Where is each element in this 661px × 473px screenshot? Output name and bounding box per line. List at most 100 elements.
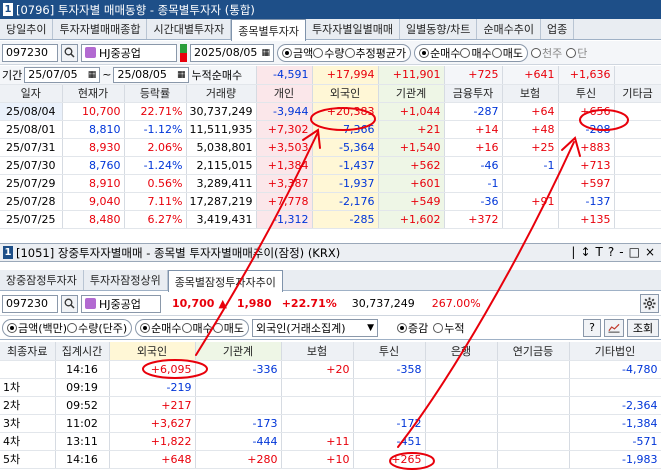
tab-0[interactable]: 장중잠정투자자 bbox=[0, 270, 84, 290]
radio-circle-icon[interactable] bbox=[530, 47, 541, 58]
radio-option-1[interactable]: 누적 bbox=[433, 320, 465, 336]
table-row[interactable]: 3차 11:02 +3,627 -173 -172 -1,384 bbox=[0, 414, 661, 433]
column-header[interactable]: 개인 bbox=[256, 84, 313, 103]
tab-1[interactable]: 투자자잠정상위 bbox=[84, 270, 168, 290]
radio-circle-icon[interactable] bbox=[419, 47, 430, 58]
tab-2[interactable]: 종목별잠정투자자추이 bbox=[167, 270, 283, 292]
window-ctrl-icon-4[interactable]: - bbox=[619, 245, 623, 259]
column-header[interactable]: 기타법인 bbox=[569, 342, 661, 361]
window-ctrl-icon-0[interactable]: | bbox=[571, 245, 575, 259]
radio-option-1[interactable]: 수량(단주) bbox=[67, 320, 127, 336]
radio-circle-icon[interactable] bbox=[313, 47, 324, 58]
table-row[interactable]: 25/07/31 8,930 2.06% 5,038,801 +3,503 -5,364 +… bbox=[0, 138, 661, 157]
table-row[interactable]: 25/07/25 8,480 6.27% 3,419,431 -1,312 -285 +1,… bbox=[0, 210, 661, 229]
calendar-icon[interactable]: ▦ bbox=[177, 70, 186, 80]
window-ctrl-icon-3[interactable]: ? bbox=[608, 245, 614, 259]
stock-code-input[interactable]: 097230 bbox=[2, 294, 58, 313]
radio-circle-icon[interactable] bbox=[7, 322, 17, 333]
radio-option-0[interactable]: 순매수 bbox=[419, 45, 460, 61]
column-header[interactable]: 기관계 bbox=[378, 84, 445, 103]
column-header[interactable]: 투신 bbox=[558, 84, 615, 103]
window-ctrl-icon-2[interactable]: T bbox=[596, 245, 603, 259]
radio-option-1[interactable]: 수량 bbox=[313, 45, 345, 61]
table-row[interactable]: 25/07/30 8,760 -1.24% 2,115,015 +1,384 -1,437… bbox=[0, 156, 661, 175]
stock-code-input[interactable]: 097230 bbox=[2, 43, 58, 62]
bottom-window-titlebar[interactable]: 1 [1051] 장중투자자별매매 - 종목별 투자자별매매추이(잠정) (KR… bbox=[0, 243, 661, 262]
column-header[interactable]: 집계시간 bbox=[55, 342, 110, 361]
query-button[interactable]: 조회 bbox=[627, 318, 659, 337]
tab-7[interactable]: 업종 bbox=[541, 19, 575, 39]
column-header[interactable]: 보험 bbox=[502, 84, 559, 103]
table-row[interactable]: 25/08/04 10,700 22.71% 30,737,249 -3,944 +20,… bbox=[0, 102, 661, 121]
radio-circle-icon[interactable] bbox=[140, 322, 151, 333]
radio-option-0[interactable]: 금액(백만) bbox=[7, 320, 67, 336]
radio-option-0[interactable]: 증감 bbox=[397, 320, 428, 336]
period-to-input[interactable]: 25/08/05 ▦ bbox=[113, 66, 190, 83]
radio-option-0[interactable]: 금액 bbox=[282, 45, 313, 61]
window-ctrl-icon-6[interactable]: × bbox=[645, 245, 655, 259]
stock-name-field[interactable]: HJ중공업 bbox=[81, 294, 161, 313]
chart-icon[interactable] bbox=[604, 318, 624, 337]
table-row[interactable]: 5차 14:16 +648 +280 +10 +265 -1,983 bbox=[0, 450, 661, 469]
tab-4[interactable]: 투자자별일별매매 bbox=[306, 19, 400, 39]
tab-3[interactable]: 종목별투자자 bbox=[231, 19, 307, 41]
radio-option-1[interactable]: 단 bbox=[566, 45, 587, 61]
column-header[interactable]: 은행 bbox=[425, 342, 498, 361]
radio-circle-icon[interactable] bbox=[67, 322, 78, 333]
radio-circle-icon[interactable] bbox=[460, 47, 471, 58]
table-row[interactable]: 4차 13:11 +1,822 -444 +11 -451 -571 bbox=[0, 432, 661, 451]
tab-0[interactable]: 당일추이 bbox=[0, 19, 54, 39]
table-row[interactable]: 25/08/01 8,810 -1.12% 11,511,935 +7,302 -7,36… bbox=[0, 120, 661, 139]
top-window-titlebar[interactable]: 1 [0796] 투자자별 매매동향 - 종목별투자자 (통합) bbox=[0, 0, 661, 19]
radio-circle-icon[interactable] bbox=[181, 322, 192, 333]
column-header[interactable]: 기타금 bbox=[614, 84, 661, 103]
tab-1[interactable]: 투자자별매매종합 bbox=[53, 19, 148, 39]
column-header[interactable]: 최종자료 bbox=[0, 342, 56, 361]
window-ctrl-icon-5[interactable]: □ bbox=[629, 245, 640, 259]
radio-circle-icon[interactable] bbox=[282, 47, 292, 58]
radio-circle-icon[interactable] bbox=[566, 47, 577, 58]
column-header[interactable]: 외국인 bbox=[312, 84, 379, 103]
stock-name-field[interactable]: HJ중공업 bbox=[81, 43, 177, 62]
date-input[interactable]: 2025/08/05 ▦ bbox=[190, 43, 274, 62]
radio-option-2[interactable]: 매도 bbox=[212, 320, 244, 336]
tab-6[interactable]: 순매수추이 bbox=[477, 19, 542, 39]
column-header[interactable]: 외국인 bbox=[109, 342, 196, 361]
radio-circle-icon[interactable] bbox=[344, 47, 355, 58]
window-ctrl-icon-1[interactable]: ↕ bbox=[580, 245, 590, 259]
investor-select[interactable]: 외국인(거래소집계) ▼ bbox=[252, 318, 379, 337]
radio-circle-icon[interactable] bbox=[212, 322, 223, 333]
radio-option-0[interactable]: 순매수 bbox=[140, 320, 182, 336]
radio-option-2[interactable]: 추정평균가 bbox=[344, 45, 406, 61]
help-button[interactable]: ? bbox=[583, 318, 601, 337]
radio-option-2[interactable]: 매도 bbox=[491, 45, 523, 61]
table-row[interactable]: 25/07/29 8,910 0.56% 3,289,411 +3,387 -1,937 +… bbox=[0, 174, 661, 193]
tab-2[interactable]: 시간대별투자자 bbox=[147, 19, 232, 39]
column-header[interactable]: 투신 bbox=[353, 342, 426, 361]
radio-circle-icon[interactable] bbox=[491, 47, 502, 58]
table-row[interactable]: 2차 09:52 +217 -2,364 bbox=[0, 396, 661, 415]
radio-circle-icon[interactable] bbox=[397, 322, 408, 333]
table-row[interactable]: 14:16 +6,095 -336 +20 -358 -4,780 bbox=[0, 360, 661, 379]
radio-circle-icon[interactable] bbox=[433, 322, 444, 333]
radio-option-0[interactable]: 천주 bbox=[530, 45, 562, 61]
tab-5[interactable]: 일별동향/차트 bbox=[400, 19, 478, 39]
radio-option-1[interactable]: 매수 bbox=[181, 320, 213, 336]
search-icon[interactable] bbox=[61, 43, 78, 62]
column-header[interactable]: 일자 bbox=[0, 84, 63, 103]
column-header[interactable]: 연기금등 bbox=[497, 342, 570, 361]
calendar-icon[interactable]: ▦ bbox=[88, 70, 97, 80]
gear-icon[interactable] bbox=[640, 294, 659, 313]
column-header[interactable]: 보험 bbox=[281, 342, 354, 361]
table-row[interactable]: 1차 09:19 -219 bbox=[0, 378, 661, 397]
column-header[interactable]: 기관계 bbox=[195, 342, 282, 361]
calendar-icon[interactable]: ▦ bbox=[261, 48, 270, 58]
search-icon[interactable] bbox=[61, 294, 78, 313]
table-row[interactable]: 25/07/28 9,040 7.11% 17,287,219 +7,778 -2,176… bbox=[0, 192, 661, 211]
column-header[interactable]: 현재가 bbox=[62, 84, 125, 103]
period-from-input[interactable]: 25/07/05 ▦ bbox=[24, 66, 101, 83]
column-header[interactable]: 금융투자 bbox=[444, 84, 503, 103]
column-header[interactable]: 등락률 bbox=[124, 84, 187, 103]
chevron-down-icon[interactable]: ▼ bbox=[367, 323, 374, 333]
column-header[interactable]: 거래량 bbox=[186, 84, 257, 103]
